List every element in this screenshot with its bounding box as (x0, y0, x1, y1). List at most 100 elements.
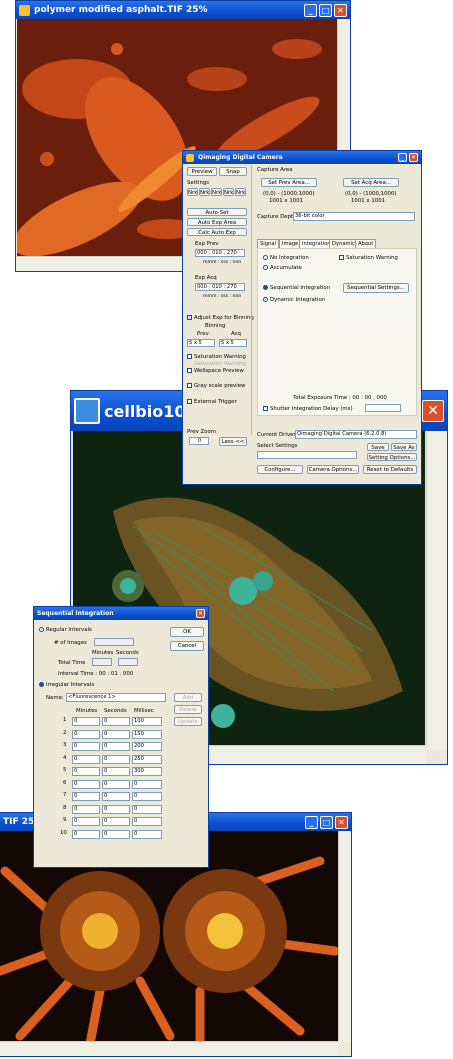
bin-acq-select[interactable]: 5 x 5 (219, 339, 247, 347)
minimize-icon[interactable]: _ (398, 153, 407, 162)
dynamic-integration-radio[interactable] (263, 297, 268, 302)
no-integration-radio[interactable] (263, 255, 268, 260)
seconds-cell[interactable]: 0 (102, 779, 130, 789)
regular-intervals-radio[interactable] (39, 627, 44, 632)
total-minutes-field[interactable] (92, 658, 112, 666)
minutes-cell[interactable]: 0 (72, 717, 100, 726)
total-seconds-field[interactable] (118, 658, 138, 666)
seconds-cell[interactable]: 0 (102, 792, 130, 801)
minutes-cell[interactable]: 0 (72, 817, 100, 826)
less-button[interactable]: Less << (219, 437, 247, 446)
add-button[interactable]: Add (174, 693, 202, 702)
seconds-cell[interactable]: 0 (102, 717, 130, 726)
minutes-cell[interactable]: 0 (72, 767, 100, 776)
maximize-icon[interactable]: □ (319, 3, 332, 17)
saturation-warning2-checkbox[interactable] (339, 255, 344, 260)
seconds-cell[interactable]: 0 (102, 767, 130, 776)
adjust-exp-checkbox[interactable] (187, 315, 192, 320)
bin-button-1[interactable]: Nrk (187, 188, 198, 196)
bin-button-5[interactable]: Nrk (235, 188, 246, 196)
minutes-cell[interactable]: 0 (72, 804, 100, 814)
maximize-icon[interactable]: □ (320, 815, 333, 829)
minutes-cell[interactable]: 0 (72, 779, 100, 789)
title-bar[interactable]: Sequential Integration ✕ (34, 607, 208, 620)
sequential-integration-radio[interactable] (263, 285, 268, 290)
delete-button[interactable]: Delete (174, 705, 202, 714)
millisec-cell[interactable]: 0 (132, 804, 162, 814)
vertical-scrollbar[interactable] (426, 431, 447, 750)
close-icon[interactable]: ✕ (335, 815, 348, 829)
bin-button-3[interactable]: Nrk (211, 188, 222, 196)
millisec-cell[interactable]: 300 (132, 767, 162, 776)
select-settings-field[interactable] (257, 451, 357, 459)
title-bar[interactable]: polymer modified asphalt.TIF 25% _ □ ✕ (16, 1, 350, 19)
close-icon[interactable]: ✕ (422, 400, 444, 422)
save-as-button[interactable]: Save As (391, 443, 417, 451)
cancel-button[interactable]: Cancel (170, 641, 204, 651)
exp-prev-field[interactable]: 000 : 010 : 270 (195, 249, 245, 257)
minutes-cell[interactable]: 0 (72, 829, 100, 839)
wellspace-preview-checkbox[interactable] (187, 368, 192, 373)
millisec-cell[interactable]: 150 (132, 729, 162, 739)
sequential-settings-button[interactable]: Sequential Settings... (343, 283, 409, 293)
millisec-cell[interactable]: 250 (132, 754, 162, 764)
minimize-icon[interactable]: _ (304, 3, 317, 17)
tab-dynamic[interactable]: Dynamic (329, 239, 358, 248)
millisec-cell[interactable]: 0 (132, 829, 162, 839)
external-trigger-checkbox[interactable] (187, 399, 192, 404)
tab-image[interactable]: Image (279, 239, 302, 248)
minutes-cell[interactable]: 0 (72, 792, 100, 801)
minimize-icon[interactable]: _ (305, 815, 318, 829)
configure-button[interactable]: Configure... (257, 465, 303, 474)
name-select[interactable]: <Fluorescence 1> (66, 693, 166, 702)
vertical-scrollbar[interactable] (338, 831, 351, 1042)
millisec-cell[interactable]: 200 (132, 742, 162, 751)
num-images-field[interactable] (94, 638, 134, 646)
saturation-warning-checkbox[interactable] (187, 354, 192, 359)
minutes-cell[interactable]: 0 (72, 729, 100, 739)
tab-about[interactable]: About (355, 239, 377, 248)
irregular-intervals-radio[interactable] (39, 682, 44, 687)
set-acq-area-button[interactable]: Set Acq Area... (343, 178, 399, 187)
shutter-delay-checkbox[interactable] (263, 406, 268, 411)
prev-zoom-field[interactable]: 0 (189, 437, 209, 445)
minutes-cell[interactable]: 0 (72, 754, 100, 764)
exp-acq-field[interactable]: 000 : 010 : 270 (195, 283, 245, 291)
close-icon[interactable]: ✕ (196, 609, 205, 618)
horizontal-scrollbar[interactable] (0, 1041, 339, 1056)
current-driver-select[interactable]: Qimaging Digital Camera (6.2.0.8) (295, 430, 417, 439)
close-icon[interactable]: ✕ (334, 3, 347, 17)
millisec-cell[interactable]: 0 (132, 792, 162, 801)
calc-auto-exp-button[interactable]: Calc Auto Exp (187, 228, 247, 236)
update-button[interactable]: Update (174, 717, 202, 726)
shutter-delay-field[interactable] (365, 404, 401, 412)
auto-exp-area-button[interactable]: Auto Exp Area (187, 218, 247, 226)
seconds-cell[interactable]: 0 (102, 804, 130, 814)
reset-defaults-button[interactable]: Reset to Defaults (363, 465, 417, 474)
auto-set-button[interactable]: Auto Set (187, 208, 247, 216)
bin-button-2[interactable]: Nrk (199, 188, 210, 196)
seconds-cell[interactable]: 0 (102, 742, 130, 751)
capture-depth-select[interactable]: 36-bit color (293, 212, 415, 221)
millisec-cell[interactable]: 0 (132, 817, 162, 826)
snap-button[interactable]: Snap (219, 167, 247, 176)
gray-scale-checkbox[interactable] (187, 383, 192, 388)
bin-prev-select[interactable]: 5 x 5 (187, 339, 215, 347)
tab-signal[interactable]: Signal (257, 239, 279, 248)
set-prev-area-button[interactable]: Set Prev Area... (261, 178, 317, 187)
millisec-cell[interactable]: 100 (132, 717, 162, 726)
camera-options-button[interactable]: Camera Options... (307, 465, 359, 474)
ok-button[interactable]: OK (170, 627, 204, 637)
minutes-cell[interactable]: 0 (72, 742, 100, 751)
close-icon[interactable]: ✕ (409, 153, 418, 162)
preview-button[interactable]: Preview (187, 167, 217, 176)
save-button[interactable]: Save (367, 443, 389, 451)
accumulate-radio[interactable] (263, 265, 268, 270)
millisec-cell[interactable]: 0 (132, 779, 162, 789)
bin-button-4[interactable]: Nrk (223, 188, 234, 196)
seconds-cell[interactable]: 0 (102, 829, 130, 839)
seconds-cell[interactable]: 0 (102, 729, 130, 739)
title-bar[interactable]: Qimaging Digital Camera _ ✕ (183, 151, 421, 164)
setting-options-button[interactable]: Setting Options... (367, 453, 417, 461)
seconds-cell[interactable]: 0 (102, 817, 130, 826)
